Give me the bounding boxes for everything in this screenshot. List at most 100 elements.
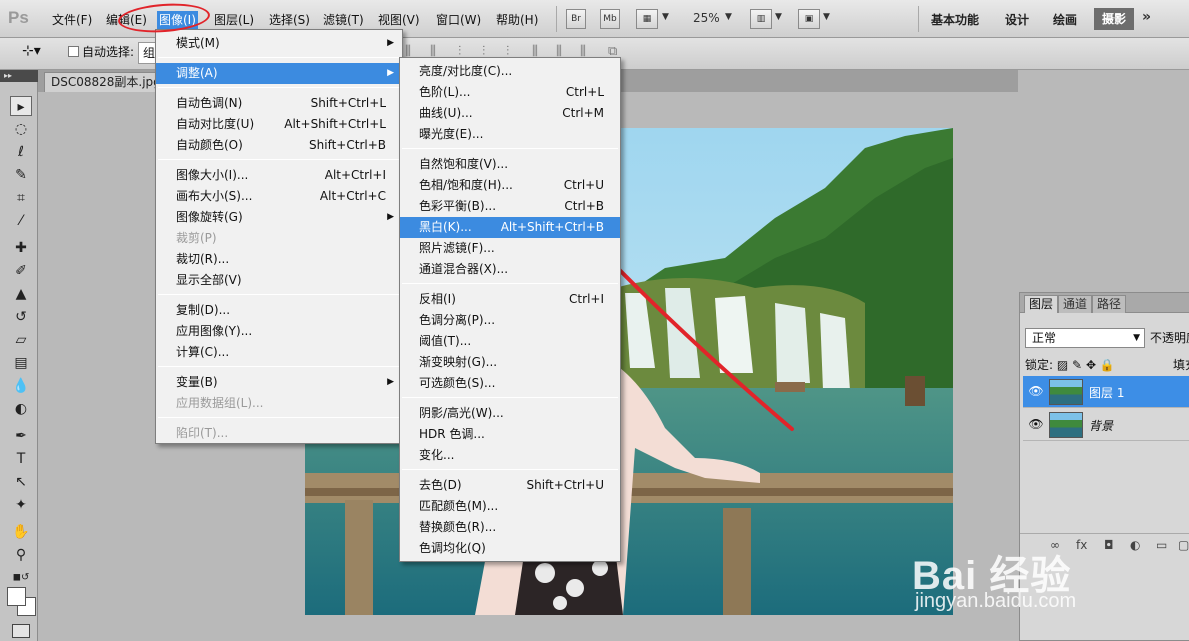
menu-item[interactable]: 曲线(U)... Ctrl+M [400,103,620,124]
menu-item[interactable]: 色调均化(Q) [400,538,620,559]
menu-item[interactable]: 自动对比度(U) Alt+Shift+Ctrl+L [156,114,402,135]
layer-row[interactable]: 👁 图层 1 [1023,376,1189,408]
menu-filter[interactable]: 滤镜(T) [321,11,366,29]
eyedropper-icon[interactable]: ⁄ [10,211,32,231]
menu-layer[interactable]: 图层(L) [212,11,256,29]
menu-item[interactable]: 裁切(R)... [156,249,402,270]
menu-select[interactable]: 选择(S) [267,11,312,29]
menu-item[interactable]: 变化... [400,445,620,466]
dodge-tool-icon[interactable]: ◐ [10,399,32,419]
menu-item[interactable]: HDR 色调... [400,424,620,445]
bridge-button[interactable]: Br [566,9,586,29]
mini-bridge-button[interactable]: Mb [600,9,620,29]
chevron-down-icon[interactable]: ▼ [775,12,782,22]
healing-brush-icon[interactable]: ✚ [10,238,32,258]
menu-item[interactable]: 自动色调(N) Shift+Ctrl+L [156,93,402,114]
chevron-down-icon[interactable]: ▼ [662,12,669,22]
menu-item[interactable]: 自然饱和度(V)... [400,154,620,175]
menu-item[interactable]: 图像大小(I)... Alt+Ctrl+I [156,165,402,186]
menu-item[interactable]: 色彩平衡(B)... Ctrl+B [400,196,620,217]
menu-item[interactable]: 色阶(L)... Ctrl+L [400,82,620,103]
layer-mask-icon[interactable]: ◘ [1104,538,1114,552]
menu-item[interactable]: 复制(D)... [156,300,402,321]
new-group-icon[interactable]: ▭ [1156,538,1167,552]
lock-all-icon[interactable]: 🔒 [1100,358,1115,372]
arrange-documents-icon[interactable]: ▥ [750,9,772,29]
lasso-tool-icon[interactable]: ℓ [10,142,32,162]
pen-tool-icon[interactable]: ✒ [10,426,32,446]
clone-stamp-icon[interactable]: ▲ [10,284,32,304]
tab-paths[interactable]: 路径 [1092,295,1127,313]
quick-selection-icon[interactable]: ✎ [10,165,32,185]
quick-mask-button[interactable] [12,624,30,638]
menu-view[interactable]: 视图(V) [376,11,422,29]
menu-item[interactable]: 反相(I) Ctrl+I [400,289,620,310]
zoom-tool-icon[interactable]: ⚲ [10,545,32,565]
path-selection-icon[interactable]: ↖ [10,472,32,492]
menu-item[interactable]: 通道混合器(X)... [400,259,620,280]
type-tool-icon[interactable]: T [10,449,32,469]
swap-colors-icon[interactable]: ◼↺ [10,568,32,588]
workspace-photography[interactable]: 摄影 [1094,8,1134,30]
lock-transparency-icon[interactable]: ▨ [1057,358,1068,372]
move-tool-icon[interactable]: ⊹▾ [22,43,41,59]
brush-tool-icon[interactable]: ✐ [10,261,32,281]
auto-select-checkbox[interactable] [68,46,79,57]
layer-style-icon[interactable]: fx [1076,538,1087,552]
menu-item[interactable]: 匹配颜色(M)... [400,496,620,517]
tab-layers[interactable]: 图层 [1024,295,1059,313]
menu-item[interactable]: 去色(D) Shift+Ctrl+U [400,475,620,496]
layer-row[interactable]: 👁 背景 [1023,409,1189,441]
new-layer-icon[interactable]: ▢ [1178,538,1189,552]
menu-item[interactable]: 可选颜色(S)... [400,373,620,394]
workspace-essentials[interactable]: 基本功能 [931,11,979,28]
hand-tool-icon[interactable]: ✋ [10,522,32,542]
menu-help[interactable]: 帮助(H) [494,11,540,29]
move-tool-icon[interactable]: ▸ [10,96,32,116]
workspace-painting[interactable]: 绘画 [1053,11,1077,28]
menu-item[interactable]: 阈值(T)... [400,331,620,352]
menu-item[interactable]: 自动颜色(O) Shift+Ctrl+B [156,135,402,156]
menu-item[interactable]: 曝光度(E)... [400,124,620,145]
shape-tool-icon[interactable]: ✦ [10,495,32,515]
lock-paint-icon[interactable]: ✎ [1072,358,1082,372]
menu-item[interactable]: 陷印(T)... [156,423,402,444]
toolbox-collapse[interactable]: ▸▸ [0,70,38,82]
gradient-tool-icon[interactable]: ▤ [10,353,32,373]
adjustment-layer-icon[interactable]: ◐ [1130,538,1140,552]
menu-item[interactable]: 替换颜色(R)... [400,517,620,538]
chevron-down-icon[interactable]: ▼ [823,12,830,22]
menu-item[interactable]: 色调分离(P)... [400,310,620,331]
foreground-color-swatch[interactable] [7,587,26,606]
menu-file[interactable]: 文件(F) [50,11,94,29]
more-workspaces-icon[interactable]: » [1142,9,1151,25]
document-tab[interactable]: DSC08828副本.jpg [44,72,162,92]
menu-item[interactable]: 应用数据组(L)... [156,393,402,414]
menu-item[interactable]: 阴影/高光(W)... [400,403,620,424]
menu-item[interactable]: 裁剪(P) [156,228,402,249]
eraser-icon[interactable]: ▱ [10,330,32,350]
guides-icon[interactable]: ▦ [636,9,658,29]
blur-tool-icon[interactable]: 💧 [10,376,32,396]
menu-window[interactable]: 窗口(W) [434,11,483,29]
menu-item[interactable]: 显示全部(V) [156,270,402,291]
menu-item[interactable]: 照片滤镜(F)... [400,238,620,259]
lock-position-icon[interactable]: ✥ [1086,358,1096,372]
visibility-eye-icon[interactable]: 👁 [1027,417,1045,431]
menu-item[interactable]: 画布大小(S)... Alt+Ctrl+C [156,186,402,207]
menu-item[interactable]: 图像旋转(G) ▶ [156,207,402,228]
tab-channels[interactable]: 通道 [1058,295,1093,313]
history-brush-icon[interactable]: ↺ [10,307,32,327]
menu-item[interactable]: 黑白(K)... Alt+Shift+Ctrl+B [400,217,620,238]
zoom-level[interactable]: 25% [693,11,720,25]
crop-tool-icon[interactable]: ⌗ [10,188,32,208]
menu-item[interactable]: 模式(M) ▶ [156,33,402,54]
screen-mode-icon[interactable]: ▣ [798,9,820,29]
menu-item[interactable]: 调整(A) ▶ [156,63,402,84]
menu-item[interactable]: 应用图像(Y)... [156,321,402,342]
menu-item[interactable]: 渐变映射(G)... [400,352,620,373]
blend-mode-select[interactable]: 正常 ▼ [1025,328,1145,348]
marquee-tool-icon[interactable]: ◌ [10,119,32,139]
menu-item[interactable]: 色相/饱和度(H)... Ctrl+U [400,175,620,196]
menu-item[interactable]: 亮度/对比度(C)... [400,61,620,82]
